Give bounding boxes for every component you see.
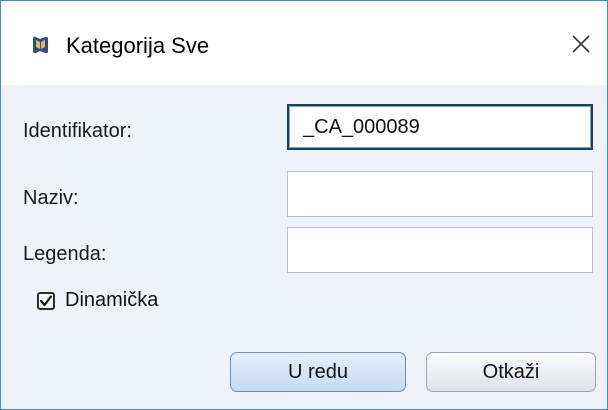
identifier-label: Identifikator:: [23, 120, 132, 142]
ok-button[interactable]: U redu: [230, 352, 406, 392]
dialog-content: Identifikator: Naziv: Legenda: Dinamička…: [1, 85, 607, 409]
title-bar[interactable]: Kategorija Sve: [1, 1, 607, 85]
dialog-window: Kategorija Sve Identifikator: Naziv: Leg…: [0, 0, 608, 410]
checkmark-icon: [39, 294, 53, 306]
identifier-field[interactable]: [287, 104, 593, 150]
window-title: Kategorija Sve: [66, 33, 210, 58]
close-icon: [571, 34, 591, 59]
name-label: Naziv:: [23, 187, 79, 209]
dynamic-checkbox-row[interactable]: Dinamička: [37, 289, 158, 312]
app-logo-icon: [31, 34, 50, 56]
dynamic-checkbox[interactable]: [37, 291, 55, 310]
cancel-button[interactable]: Otkaži: [426, 352, 596, 392]
name-field[interactable]: [287, 171, 593, 217]
legend-label: Legenda:: [23, 243, 107, 265]
legend-field[interactable]: [287, 227, 593, 273]
dynamic-checkbox-label: Dinamička: [65, 289, 159, 311]
close-button[interactable]: [555, 21, 607, 71]
